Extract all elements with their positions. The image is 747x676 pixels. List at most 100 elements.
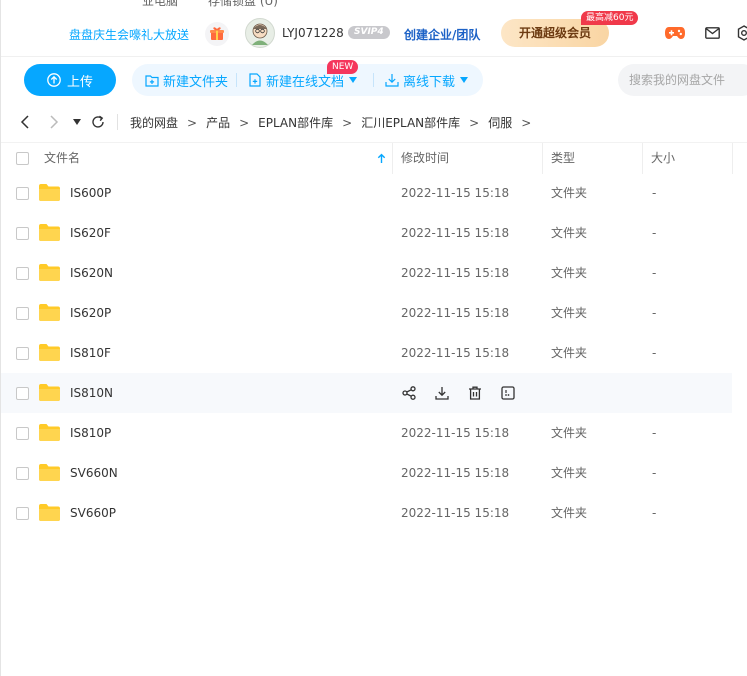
breadcrumb-item[interactable]: EPLAN部件库 bbox=[258, 114, 333, 131]
row-checkbox[interactable] bbox=[16, 347, 29, 360]
breadcrumb-separator: > bbox=[521, 115, 532, 130]
game-icon[interactable] bbox=[665, 24, 685, 42]
column-divider[interactable] bbox=[392, 143, 393, 174]
file-size: - bbox=[652, 506, 657, 520]
file-modified-time: 2022-11-15 15:18 bbox=[401, 466, 510, 480]
username[interactable]: LYJ071228 bbox=[282, 26, 344, 40]
chevron-right-icon bbox=[50, 115, 59, 129]
file-size: - bbox=[652, 346, 657, 360]
upload-icon bbox=[47, 73, 61, 87]
promo-link[interactable]: 盘盘庆生会嚎礼大放送 bbox=[69, 26, 189, 43]
nav-divider bbox=[117, 114, 118, 130]
file-name[interactable]: IS620F bbox=[70, 213, 111, 253]
column-header-name[interactable]: 文件名 bbox=[44, 143, 80, 174]
refresh-icon bbox=[92, 115, 104, 128]
file-name[interactable]: IS810F bbox=[70, 333, 111, 373]
row-checkbox[interactable] bbox=[16, 227, 29, 240]
chevron-left-icon bbox=[20, 115, 29, 129]
offline-download-button[interactable]: 离线下载 bbox=[385, 64, 469, 96]
column-divider[interactable] bbox=[732, 143, 733, 174]
back-button[interactable] bbox=[16, 113, 34, 131]
toolbar-divider bbox=[236, 73, 237, 87]
new-folder-button[interactable]: 新建文件夹 bbox=[145, 64, 228, 96]
settings-icon[interactable] bbox=[734, 24, 747, 42]
row-checkbox[interactable] bbox=[16, 387, 29, 400]
table-row[interactable]: IS620N 2022-11-15 15:18 文件夹 - bbox=[1, 253, 732, 293]
breadcrumb: 我的网盘 > 产品 > EPLAN部件库 > 汇川EPLAN部件库 > 伺服 > bbox=[130, 114, 540, 131]
column-divider[interactable] bbox=[542, 143, 543, 174]
file-name[interactable]: IS620P bbox=[70, 293, 111, 333]
table-row[interactable]: IS600P 2022-11-15 15:18 文件夹 - bbox=[1, 173, 732, 213]
breadcrumb-item[interactable]: 我的网盘 bbox=[130, 114, 178, 131]
table-row[interactable]: IS620P 2022-11-15 15:18 文件夹 - bbox=[1, 293, 732, 333]
share-icon[interactable] bbox=[399, 383, 419, 403]
sort-arrow-up-icon[interactable] bbox=[377, 153, 386, 164]
caret-down-icon bbox=[73, 119, 81, 125]
folder-icon bbox=[39, 304, 60, 321]
column-divider[interactable] bbox=[642, 143, 643, 174]
file-name[interactable]: IS600P bbox=[70, 173, 111, 213]
toolbar-group: 新建文件夹 新建在线文档 离线下载 bbox=[132, 64, 483, 96]
breadcrumb-item[interactable]: 汇川EPLAN部件库 bbox=[361, 114, 460, 131]
caret-down-icon bbox=[349, 77, 358, 83]
file-name[interactable]: SV660P bbox=[70, 493, 116, 533]
file-name[interactable]: IS620N bbox=[70, 253, 113, 293]
more-icon[interactable] bbox=[498, 383, 518, 403]
avatar[interactable] bbox=[245, 18, 275, 48]
delete-icon[interactable] bbox=[465, 383, 485, 403]
breadcrumb-separator: > bbox=[469, 115, 480, 130]
toolbar-divider bbox=[373, 73, 374, 87]
baidu-netdisk-window: 业电脑 存储锁盘 (U) 盘盘庆生会嚎礼大放送 LYJ071228 SVIP4 bbox=[0, 0, 747, 676]
refresh-button[interactable] bbox=[89, 113, 107, 131]
select-all-checkbox[interactable] bbox=[16, 152, 29, 165]
row-checkbox[interactable] bbox=[16, 467, 29, 480]
header-divider bbox=[1, 56, 747, 57]
file-size: - bbox=[652, 426, 657, 440]
folder-icon bbox=[39, 464, 60, 481]
table-row[interactable]: IS620F 2022-11-15 15:18 文件夹 - bbox=[1, 213, 732, 253]
column-header-type[interactable]: 类型 bbox=[551, 143, 575, 174]
file-modified-time: 2022-11-15 15:18 bbox=[401, 506, 510, 520]
cutoff-text: 业电脑 bbox=[142, 0, 179, 8]
file-name[interactable]: IS810N bbox=[70, 373, 113, 413]
upload-label: 上传 bbox=[66, 74, 93, 90]
upload-button[interactable]: 上传 bbox=[24, 64, 116, 96]
table-row[interactable]: IS810P 2022-11-15 15:18 文件夹 - bbox=[1, 413, 732, 453]
folder-plus-icon bbox=[145, 74, 159, 87]
create-enterprise-link[interactable]: 创建企业/团队 bbox=[404, 26, 480, 43]
file-modified-time: 2022-11-15 15:18 bbox=[401, 306, 510, 320]
vip-discount-badge: 最高减60元 bbox=[581, 11, 639, 25]
table-row-hovered[interactable]: IS810N bbox=[1, 373, 732, 413]
gift-icon[interactable] bbox=[205, 22, 229, 46]
forward-button[interactable] bbox=[45, 113, 63, 131]
row-checkbox[interactable] bbox=[16, 187, 29, 200]
search-input[interactable] bbox=[618, 64, 747, 96]
column-header-time[interactable]: 修改时间 bbox=[401, 143, 449, 174]
file-type: 文件夹 bbox=[551, 426, 588, 440]
folder-icon bbox=[39, 184, 60, 201]
column-header-size[interactable]: 大小 bbox=[651, 143, 675, 174]
row-checkbox[interactable] bbox=[16, 307, 29, 320]
folder-icon bbox=[39, 224, 60, 241]
file-size: - bbox=[652, 266, 657, 280]
row-checkbox[interactable] bbox=[16, 267, 29, 280]
download-icon[interactable] bbox=[432, 383, 452, 403]
offline-download-label: 离线下载 bbox=[403, 74, 456, 90]
row-checkbox[interactable] bbox=[16, 427, 29, 440]
file-type: 文件夹 bbox=[551, 466, 588, 480]
file-name[interactable]: IS810P bbox=[70, 413, 111, 453]
mail-icon[interactable] bbox=[702, 24, 722, 42]
row-checkbox[interactable] bbox=[16, 507, 29, 520]
file-type: 文件夹 bbox=[551, 266, 588, 280]
history-dropdown[interactable] bbox=[68, 113, 86, 131]
file-modified-time: 2022-11-15 15:18 bbox=[401, 226, 510, 240]
breadcrumb-item-current[interactable]: 伺服 bbox=[488, 114, 512, 131]
table-row[interactable]: SV660N 2022-11-15 15:18 文件夹 - bbox=[1, 453, 732, 493]
table-row[interactable]: SV660P 2022-11-15 15:18 文件夹 - bbox=[1, 493, 732, 533]
breadcrumb-item[interactable]: 产品 bbox=[206, 114, 230, 131]
table-row[interactable]: IS810F 2022-11-15 15:18 文件夹 - bbox=[1, 333, 732, 373]
file-type: 文件夹 bbox=[551, 506, 588, 520]
folder-icon bbox=[39, 344, 60, 361]
file-name[interactable]: SV660N bbox=[70, 453, 118, 493]
cutoff-text: 存储锁盘 (U) bbox=[208, 0, 278, 8]
